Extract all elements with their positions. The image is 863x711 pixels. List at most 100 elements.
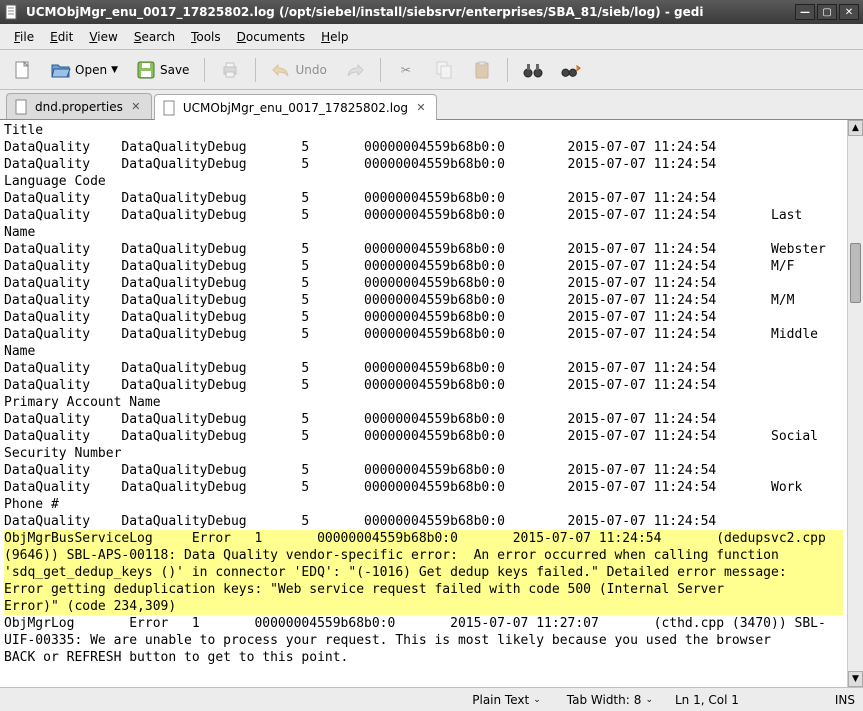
- log-line: Title: [4, 122, 843, 139]
- toolbar: Open ▼ Save Undo ✂: [0, 50, 863, 90]
- cut-icon: ✂: [396, 60, 416, 80]
- log-line: DataQuality DataQualityDebug 5 000000045…: [4, 309, 843, 326]
- paste-button[interactable]: [465, 55, 499, 85]
- chevron-down-icon: ▼: [111, 65, 118, 75]
- log-line: 'sdq_get_dedup_keys ()' in connector 'ED…: [4, 564, 843, 581]
- find-replace-icon: [561, 60, 581, 80]
- toolbar-separator: [204, 58, 205, 82]
- log-line: Name: [4, 224, 843, 241]
- tab-label: UCMObjMgr_enu_0017_17825802.log: [183, 101, 408, 115]
- log-line: DataQuality DataQualityDebug 5 000000045…: [4, 360, 843, 377]
- vertical-scrollbar[interactable]: ▲ ▼: [847, 120, 863, 687]
- open-button[interactable]: Open ▼: [44, 55, 125, 85]
- toolbar-separator: [507, 58, 508, 82]
- log-line: DataQuality DataQualityDebug 5 000000045…: [4, 326, 843, 343]
- log-line: Error getting deduplication keys: "Web s…: [4, 581, 843, 598]
- tabwidth-label: Tab Width:: [567, 693, 630, 707]
- tabwidth-selector[interactable]: Tab Width: 8 ⌄: [563, 691, 657, 709]
- insert-mode: INS: [835, 693, 855, 707]
- editor-area: TitleDataQuality DataQualityDebug 5 0000…: [0, 120, 863, 687]
- copy-icon: [434, 60, 454, 80]
- scroll-up-button[interactable]: ▲: [848, 120, 863, 136]
- log-line: DataQuality DataQualityDebug 5 000000045…: [4, 377, 843, 394]
- toolbar-separator: [255, 58, 256, 82]
- log-line: Security Number: [4, 445, 843, 462]
- log-line: Error)" (code 234,309): [4, 598, 843, 615]
- log-line: ObjMgrLog Error 1 00000004559b68b0:0 201…: [4, 615, 843, 632]
- cursor-position: Ln 1, Col 1: [675, 693, 739, 707]
- log-line: Name: [4, 343, 843, 360]
- log-line: Primary Account Name: [4, 394, 843, 411]
- log-line: Language Code: [4, 173, 843, 190]
- log-line: (9646)) SBL-APS-00118: Data Quality vend…: [4, 547, 843, 564]
- menu-edit[interactable]: Edit: [42, 26, 81, 48]
- log-line: BACK or REFRESH button to get to this po…: [4, 649, 843, 666]
- log-line: DataQuality DataQualityDebug 5 000000045…: [4, 462, 843, 479]
- log-line: DataQuality DataQualityDebug 5 000000045…: [4, 207, 843, 224]
- log-line: DataQuality DataQualityDebug 5 000000045…: [4, 411, 843, 428]
- new-file-icon: [13, 60, 33, 80]
- log-line: DataQuality DataQualityDebug 5 000000045…: [4, 156, 843, 173]
- syntax-label: Plain Text: [472, 693, 529, 707]
- text-editor[interactable]: TitleDataQuality DataQualityDebug 5 0000…: [0, 120, 847, 687]
- new-button[interactable]: [6, 55, 40, 85]
- redo-button[interactable]: [338, 55, 372, 85]
- scroll-thumb[interactable]: [850, 243, 861, 303]
- tabbar: dnd.properties ✕ UCMObjMgr_enu_0017_1782…: [0, 90, 863, 120]
- menu-help[interactable]: Help: [313, 26, 356, 48]
- tab-logfile[interactable]: UCMObjMgr_enu_0017_17825802.log ✕: [154, 94, 437, 120]
- print-icon: [220, 60, 240, 80]
- binoculars-icon: [523, 60, 543, 80]
- cut-button[interactable]: ✂: [389, 55, 423, 85]
- open-folder-icon: [51, 60, 71, 80]
- undo-button[interactable]: Undo: [264, 55, 333, 85]
- find-button[interactable]: [516, 55, 550, 85]
- toolbar-separator: [380, 58, 381, 82]
- open-label: Open: [75, 63, 107, 77]
- scroll-down-button[interactable]: ▼: [848, 671, 863, 687]
- tab-close-button[interactable]: ✕: [414, 101, 428, 115]
- paste-icon: [472, 60, 492, 80]
- menubar: File Edit View Search Tools Documents He…: [0, 24, 863, 50]
- menu-search[interactable]: Search: [126, 26, 183, 48]
- find-replace-button[interactable]: [554, 55, 588, 85]
- log-line: DataQuality DataQualityDebug 5 000000045…: [4, 292, 843, 309]
- menu-tools[interactable]: Tools: [183, 26, 229, 48]
- print-button[interactable]: [213, 55, 247, 85]
- menu-file[interactable]: File: [6, 26, 42, 48]
- log-line: DataQuality DataQualityDebug 5 000000045…: [4, 190, 843, 207]
- redo-icon: [345, 60, 365, 80]
- log-line: DataQuality DataQualityDebug 5 000000045…: [4, 139, 843, 156]
- chevron-down-icon: ⌄: [533, 695, 541, 705]
- statusbar: Plain Text ⌄ Tab Width: 8 ⌄ Ln 1, Col 1 …: [0, 687, 863, 711]
- menu-documents[interactable]: Documents: [229, 26, 313, 48]
- save-icon: [136, 60, 156, 80]
- log-line: DataQuality DataQualityDebug 5 000000045…: [4, 428, 843, 445]
- save-label: Save: [160, 63, 189, 77]
- undo-label: Undo: [295, 63, 326, 77]
- app-icon: [4, 4, 20, 20]
- log-line: UIF-00335: We are unable to process your…: [4, 632, 843, 649]
- log-line: ObjMgrBusServiceLog Error 1 00000004559b…: [4, 530, 843, 547]
- copy-button[interactable]: [427, 55, 461, 85]
- tab-close-button[interactable]: ✕: [129, 100, 143, 114]
- minimize-button[interactable]: —: [795, 4, 815, 20]
- log-line: DataQuality DataQualityDebug 5 000000045…: [4, 275, 843, 292]
- chevron-down-icon: ⌄: [645, 695, 653, 705]
- file-icon: [15, 99, 29, 115]
- tabwidth-value: 8: [634, 693, 642, 707]
- save-button[interactable]: Save: [129, 55, 196, 85]
- close-button[interactable]: ✕: [839, 4, 859, 20]
- undo-icon: [271, 60, 291, 80]
- log-line: DataQuality DataQualityDebug 5 000000045…: [4, 241, 843, 258]
- tab-dnd-properties[interactable]: dnd.properties ✕: [6, 93, 152, 119]
- tab-label: dnd.properties: [35, 100, 123, 114]
- titlebar: UCMObjMgr_enu_0017_17825802.log (/opt/si…: [0, 0, 863, 24]
- file-icon: [163, 100, 177, 116]
- maximize-button[interactable]: ▢: [817, 4, 837, 20]
- log-line: Phone #: [4, 496, 843, 513]
- scroll-track[interactable]: [848, 136, 863, 671]
- menu-view[interactable]: View: [81, 26, 125, 48]
- window-title: UCMObjMgr_enu_0017_17825802.log (/opt/si…: [26, 5, 795, 19]
- syntax-selector[interactable]: Plain Text ⌄: [468, 691, 545, 709]
